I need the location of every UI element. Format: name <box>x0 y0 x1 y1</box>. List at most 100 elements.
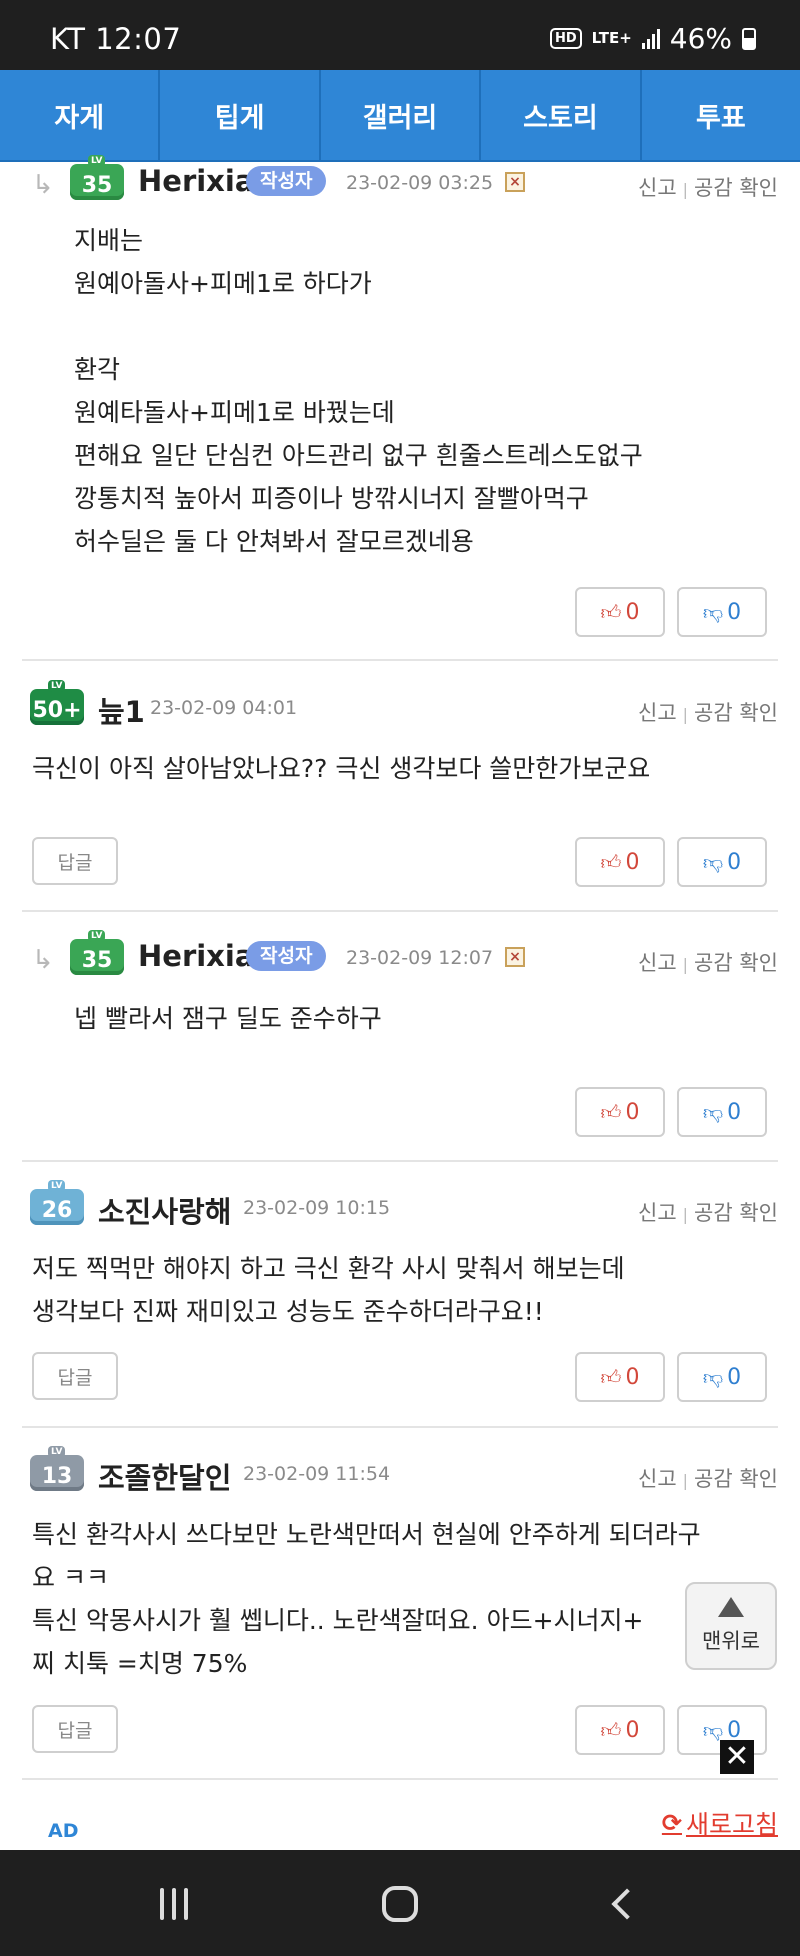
level-badge: 35 <box>70 155 124 200</box>
empathy-check-link[interactable]: 공감 확인 <box>694 1467 778 1491</box>
comment-actions: 신고 | 공감 확인 <box>638 951 778 975</box>
reply-arrow-icon: ↳ <box>32 945 54 975</box>
comment-actions: 신고 | 공감 확인 <box>638 1201 778 1225</box>
dislike-count: 0 <box>727 849 742 875</box>
nickname[interactable]: Herixia <box>138 939 254 973</box>
dislike-button[interactable]: 👎︎ 0 <box>677 837 767 887</box>
level-badge: 50+ <box>30 680 84 725</box>
report-link[interactable]: 신고 <box>638 951 677 975</box>
like-count: 0 <box>625 1717 640 1743</box>
comment-actions: 신고 | 공감 확인 <box>638 1467 778 1491</box>
divider <box>22 659 778 661</box>
comment: 50+ 늪1 23-02-09 04:01 신고|공감 확인 극신이 아직 살아… <box>0 680 800 907</box>
thumbs-down-icon: 👎︎ <box>702 849 724 874</box>
thumbs-down-icon: 👎︎ <box>702 599 724 624</box>
close-ad-icon[interactable]: ✕ <box>720 1740 754 1774</box>
comment: 13 조졸한달인 23-02-09 11:54 신고|공감 확인 특신 환각사시… <box>0 1446 800 1783</box>
dislike-button[interactable]: 👎︎ 0 <box>677 1087 767 1137</box>
comment-date: 23-02-09 04:01 <box>150 697 298 719</box>
carrier-time: KT 12:07 <box>50 22 182 56</box>
board-tabs: 자게 팁게 갤러리 스토리 투표 <box>0 70 800 162</box>
dislike-button[interactable]: 👎︎ 0 <box>677 1352 767 1402</box>
reply-button[interactable]: 답글 <box>32 837 118 885</box>
nickname[interactable]: 조졸한달인 <box>98 1455 231 1497</box>
level-badge: 26 <box>30 1180 84 1225</box>
author-badge: 작성자 <box>246 166 327 196</box>
comment-reply: ↳ 35 Herixia 작성자 23-02-09 12:07 × 신고|공감 … <box>0 930 800 1157</box>
report-link[interactable]: 신고 <box>638 1467 677 1491</box>
thumbs-down-icon: 👎︎ <box>702 1364 724 1389</box>
recent-apps-icon[interactable] <box>144 1876 204 1932</box>
empathy-check-link[interactable]: 공감 확인 <box>694 701 778 725</box>
reply-arrow-icon: ↳ <box>32 170 54 200</box>
hd-icon: HD <box>549 28 582 49</box>
comment-header: 26 소진사랑해 23-02-09 10:15 신고|공감 확인 <box>0 1180 800 1229</box>
comment-header: ↳ 35 Herixia 작성자 23-02-09 12:07 × 신고|공감 … <box>0 930 800 977</box>
refresh-label: 새로고침 <box>685 1810 778 1839</box>
empathy-check-link[interactable]: 공감 확인 <box>694 1201 778 1225</box>
level-badge: 13 <box>30 1446 84 1491</box>
nickname[interactable]: 늪1 <box>98 689 145 731</box>
comment-header: ↳ 35 Herixia 작성자 23-02-09 03:25 × 신고|공감 … <box>0 155 800 202</box>
ad-label: AD <box>48 1820 79 1842</box>
report-link[interactable]: 신고 <box>638 1201 677 1225</box>
divider <box>22 910 778 912</box>
comment-body: 극신이 아직 살아남았나요?? 극신 생각보다 쓸만한가보군요 <box>32 754 651 783</box>
system-navigation-bar <box>0 1850 800 1956</box>
divider <box>22 1426 778 1428</box>
report-link[interactable]: 신고 <box>638 701 677 725</box>
delete-icon[interactable]: × <box>505 172 525 192</box>
report-link[interactable]: 신고 <box>638 176 677 200</box>
like-button[interactable]: 👍︎ 0 <box>575 1087 665 1137</box>
level-badge: 35 <box>70 930 124 975</box>
comment-header: 13 조졸한달인 23-02-09 11:54 신고|공감 확인 <box>0 1446 800 1495</box>
refresh-icon: ⟳ <box>661 1809 682 1837</box>
thumbs-up-icon: 👍︎ <box>600 599 622 624</box>
scroll-to-top-label: 맨위로 <box>702 1629 760 1653</box>
delete-icon[interactable]: × <box>505 947 525 967</box>
thumbs-up-icon: 👍︎ <box>600 1717 622 1742</box>
battery-icon <box>742 27 756 50</box>
like-button[interactable]: 👍︎ 0 <box>575 1705 665 1755</box>
back-icon[interactable] <box>592 1876 652 1932</box>
like-count: 0 <box>625 1099 640 1125</box>
status-icons: HD LTE+ 46% <box>549 22 756 55</box>
like-count: 0 <box>625 599 640 625</box>
tab-tip-board[interactable]: 팁게 <box>160 70 321 160</box>
refresh-button[interactable]: ⟳ 새로고침 <box>662 1805 778 1841</box>
empathy-check-link[interactable]: 공감 확인 <box>694 176 778 200</box>
comment-body: 넵 빨라서 잼구 딜도 준수하구 <box>74 1004 382 1033</box>
thumbs-up-icon: 👍︎ <box>600 1364 622 1389</box>
comment-date: 23-02-09 12:07 <box>346 947 494 969</box>
comment-actions: 신고 | 공감 확인 <box>638 701 778 725</box>
nickname[interactable]: Herixia <box>138 164 254 198</box>
tab-free-board[interactable]: 자게 <box>0 70 161 160</box>
tab-gallery[interactable]: 갤러리 <box>321 70 482 160</box>
author-badge: 작성자 <box>246 941 327 971</box>
like-button[interactable]: 👍︎ 0 <box>575 1352 665 1402</box>
reply-button[interactable]: 답글 <box>32 1705 118 1753</box>
like-button[interactable]: 👍︎ 0 <box>575 587 665 637</box>
battery-percent: 46% <box>669 22 732 55</box>
divider <box>22 1778 778 1780</box>
empathy-check-link[interactable]: 공감 확인 <box>694 951 778 975</box>
dislike-count: 0 <box>727 1099 742 1125</box>
comment-body: 저도 찍먹만 해야지 하고 극신 환각 사시 맞춰서 해보는데 생각보다 진짜 … <box>32 1254 625 1326</box>
status-bar: KT 12:07 HD LTE+ 46% <box>0 0 800 70</box>
like-button[interactable]: 👍︎ 0 <box>575 837 665 887</box>
comment-date: 23-02-09 03:25 <box>346 172 494 194</box>
lte-icon: LTE+ <box>591 29 632 47</box>
comment-body: 특신 환각사시 쓰다보만 노란색만떠서 현실에 안주하게 되더라구 요 ㅋㅋ 특… <box>32 1520 701 1678</box>
dislike-count: 0 <box>727 599 742 625</box>
comment-header: 50+ 늪1 23-02-09 04:01 신고|공감 확인 <box>0 680 800 729</box>
nickname[interactable]: 소진사랑해 <box>98 1189 231 1231</box>
thumbs-up-icon: 👍︎ <box>600 1099 622 1124</box>
reply-button[interactable]: 답글 <box>32 1352 118 1400</box>
dislike-button[interactable]: 👎︎ 0 <box>677 587 767 637</box>
home-icon[interactable] <box>370 1876 430 1932</box>
tab-vote[interactable]: 투표 <box>642 70 800 160</box>
comment-reply: ↳ 35 Herixia 작성자 23-02-09 03:25 × 신고|공감 … <box>0 155 800 662</box>
signal-icon <box>641 28 660 49</box>
scroll-to-top-button[interactable]: 맨위로 <box>685 1582 777 1670</box>
tab-story[interactable]: 스토리 <box>481 70 642 160</box>
